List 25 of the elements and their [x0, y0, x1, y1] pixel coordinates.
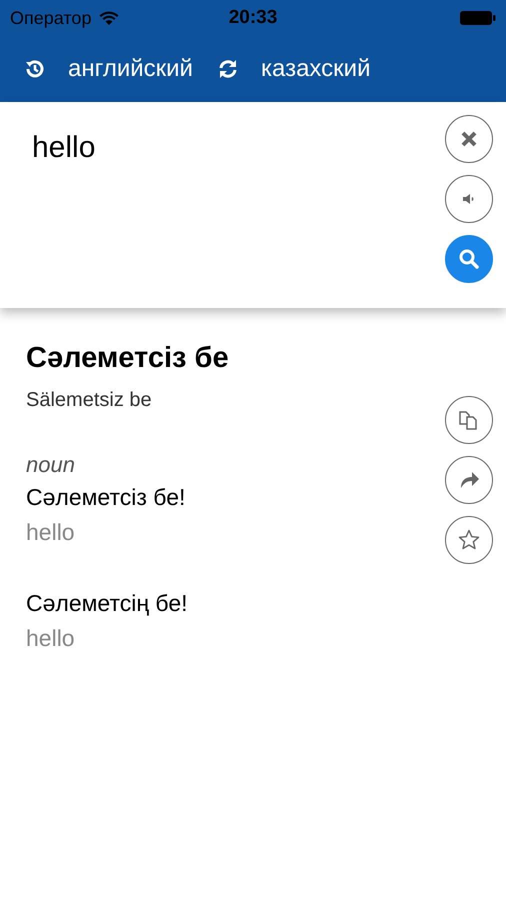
clear-button[interactable] [445, 115, 493, 163]
headword: Сәлеметсіз бе [26, 342, 230, 375]
copy-button[interactable] [445, 396, 493, 444]
gloss: hello [26, 519, 76, 546]
share-button[interactable] [445, 456, 493, 504]
input-field[interactable]: hello [0, 128, 445, 168]
transliteration: Sälemetsiz be [26, 389, 153, 412]
swap-icon[interactable] [216, 58, 239, 80]
clock-time: 20:33 [228, 7, 278, 29]
carrier-name: Оператор [10, 8, 92, 28]
search-icon [458, 248, 480, 270]
wifi-icon [99, 10, 120, 26]
star-icon [457, 528, 481, 552]
part-of-speech: noun [26, 452, 76, 478]
search-button[interactable] [445, 235, 493, 283]
gloss: hello [26, 625, 76, 652]
history-icon[interactable] [24, 58, 46, 80]
battery-icon [460, 10, 496, 26]
source-language[interactable]: английский [68, 55, 193, 83]
close-icon [461, 131, 477, 147]
speaker-button[interactable] [445, 175, 493, 223]
translation: Сәлеметсің бе! [26, 590, 189, 617]
translation: Сәлеметсіз бе! [26, 484, 186, 511]
target-language[interactable]: казахский [260, 55, 370, 83]
favorite-button[interactable] [445, 516, 493, 564]
